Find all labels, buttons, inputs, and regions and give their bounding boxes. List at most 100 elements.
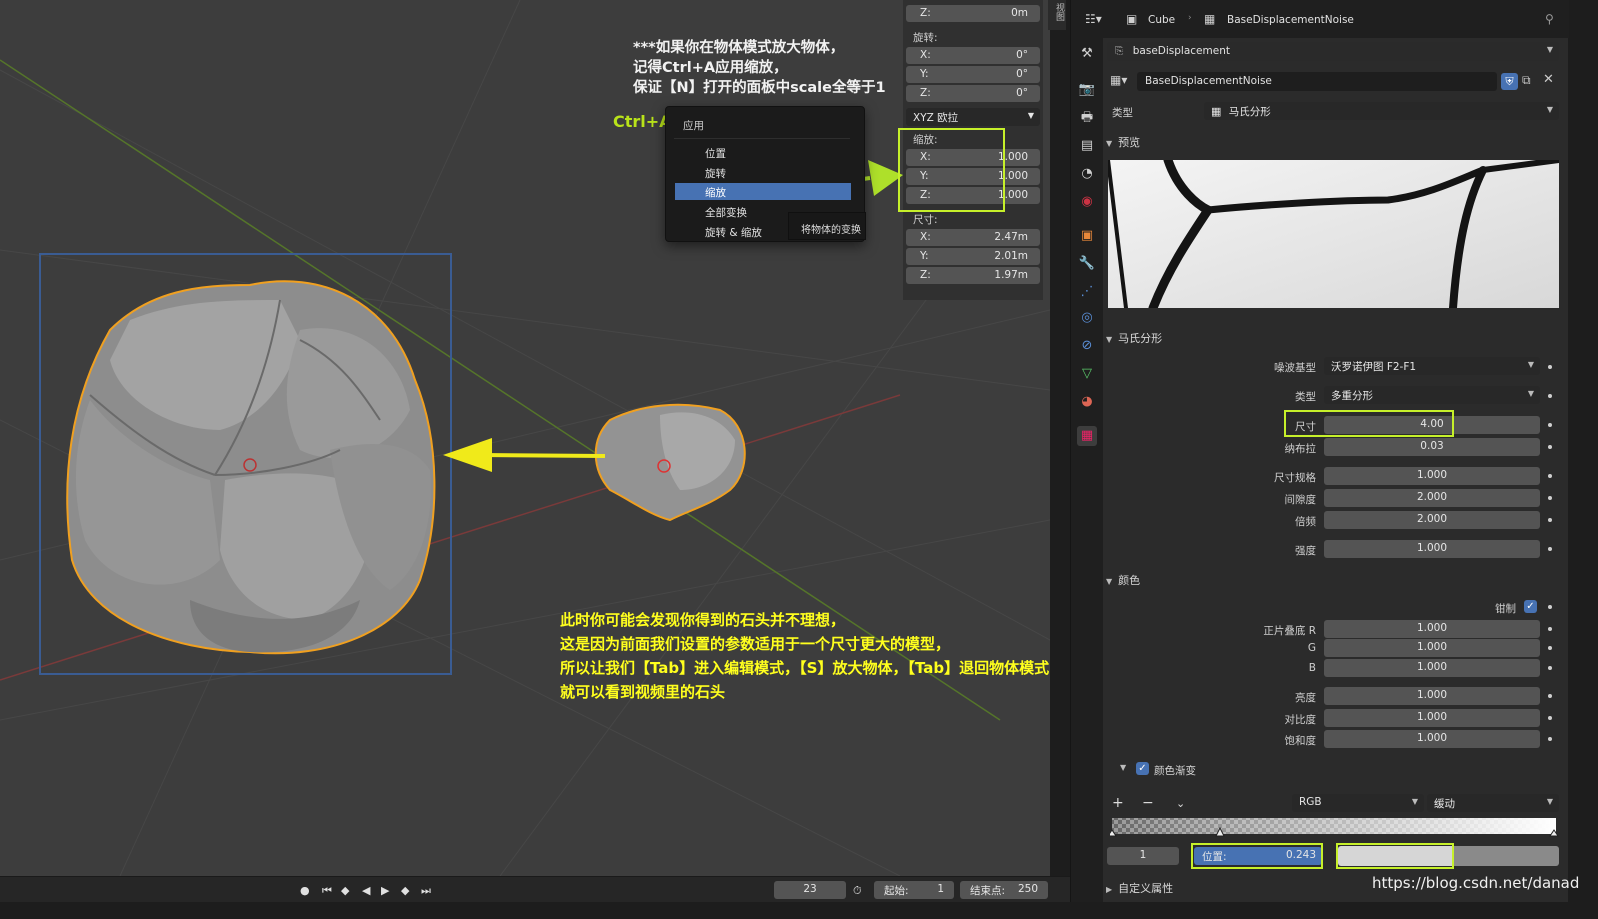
record-icon[interactable]: ● [300, 884, 310, 897]
keyframe-dot[interactable] [1548, 605, 1552, 609]
render-tab-icon[interactable]: 📷 [1077, 80, 1097, 100]
keyframe-dot[interactable] [1548, 547, 1552, 551]
data-tab-icon[interactable]: ▽ [1077, 364, 1097, 384]
rock-small[interactable] [594, 403, 746, 522]
keyframe-dot[interactable] [1548, 518, 1552, 522]
dimensions-y-field[interactable]: Y: 2.01m [906, 248, 1040, 265]
play-reverse-icon[interactable]: ◀ [362, 884, 370, 897]
active-stop-index[interactable]: 1 [1107, 847, 1179, 865]
rock-large[interactable] [66, 280, 436, 655]
axis-label: Y: [920, 250, 929, 262]
keyframe-dot[interactable] [1548, 694, 1552, 698]
modifier-selector[interactable]: ⎘ baseDisplacement ▼ [1107, 42, 1559, 61]
fake-user-shield-icon[interactable]: ⛨ [1501, 73, 1518, 90]
interpolation-select[interactable]: 缓动 ▼ [1427, 794, 1559, 812]
texture-name-field[interactable]: BaseDisplacementNoise [1137, 72, 1497, 91]
breadcrumb-object[interactable]: Cube [1148, 14, 1175, 26]
rotation-mode-select[interactable]: XYZ 欧拉 ▼ [906, 108, 1040, 126]
keyframe-dot[interactable] [1548, 394, 1552, 398]
rotation-x-field[interactable]: X: 0° [906, 47, 1040, 64]
end-frame-field[interactable]: 结束点: 250 [960, 881, 1048, 899]
viewport-scene [0, 0, 1050, 876]
contrast-field[interactable]: 1.000 [1324, 709, 1540, 727]
next-keyframe-icon[interactable]: ◆ [401, 884, 409, 897]
multiply-g-field[interactable]: 1.000 [1324, 639, 1540, 657]
material-tab-icon[interactable]: ◕ [1077, 392, 1097, 412]
keyframe-dot[interactable] [1548, 423, 1552, 427]
colors-section-header[interactable]: ▼ 颜色 [1106, 572, 1140, 588]
texture-type-select[interactable]: ▦ 马氏分形 ▼ [1204, 102, 1559, 120]
chevron-down-icon[interactable]: ▼ [1120, 763, 1126, 772]
close-icon[interactable]: ✕ [1543, 72, 1554, 87]
lacunarity-field[interactable]: 2.000 [1324, 489, 1540, 507]
output-tab-icon[interactable]: 🖶 [1077, 108, 1097, 128]
jump-end-icon[interactable]: ⏭ [421, 884, 431, 898]
keyframe-dot[interactable] [1548, 496, 1552, 500]
keyframe-dot[interactable] [1548, 737, 1552, 741]
keyframe-dot[interactable] [1548, 666, 1552, 670]
noise-basis-select[interactable]: 沃罗诺伊图 F2-F1 ▼ [1324, 357, 1540, 375]
particles-tab-icon[interactable]: ⋰ [1077, 282, 1097, 302]
editor-type-icon[interactable]: ☷▾ [1085, 12, 1102, 26]
prev-keyframe-icon[interactable]: ◆ [341, 884, 349, 897]
keyframe-dot[interactable] [1548, 646, 1552, 650]
play-icon[interactable]: ▶ [381, 884, 389, 897]
current-frame-field[interactable]: 23 [774, 881, 846, 899]
constraints-tab-icon[interactable]: ⊘ [1077, 336, 1097, 356]
musgrave-section-header[interactable]: ▼ 马氏分形 [1106, 330, 1162, 346]
brightness-field[interactable]: 1.000 [1324, 687, 1540, 705]
sidebar-tab-view[interactable]: 视图 [1048, 0, 1066, 30]
nabla-field[interactable]: 0.03 [1324, 438, 1540, 456]
menu-item-scale[interactable]: 缩放 [675, 183, 851, 200]
annotation-bottom-line: 这是因为前面我们设置的参数适用于一个尺寸更大的模型， [560, 635, 951, 653]
multiply-b-field[interactable]: 1.000 [1324, 659, 1540, 677]
menu-item-location[interactable]: 位置 [675, 144, 851, 161]
color-ramp-bar[interactable] [1110, 816, 1560, 840]
dimension-field[interactable]: 1.000 [1324, 467, 1540, 485]
keyframe-dot[interactable] [1548, 716, 1552, 720]
keyframe-dot[interactable] [1548, 365, 1552, 369]
rotation-y-field[interactable]: Y: 0° [906, 66, 1040, 83]
clamp-checkbox[interactable]: ✓ [1524, 600, 1537, 613]
chevron-down-icon[interactable]: ⌄ [1176, 797, 1185, 810]
properties-header: ☷▾ ▣ Cube › ▦ BaseDisplacementNoise ⚲ [1071, 0, 1569, 38]
location-z-field[interactable]: Z: 0m [906, 5, 1040, 22]
custom-properties-header[interactable]: ▶ 自定义属性 [1106, 880, 1173, 896]
color-ramp-checkbox[interactable]: ✓ [1136, 762, 1149, 775]
multiply-r-field[interactable]: 1.000 [1324, 620, 1540, 638]
add-stop-button[interactable]: + [1112, 795, 1124, 811]
keyframe-dot[interactable] [1548, 627, 1552, 631]
view-layer-tab-icon[interactable]: ▤ [1077, 136, 1097, 156]
start-frame-field[interactable]: 起始: 1 [874, 881, 954, 899]
pin-icon[interactable]: ⚲ [1545, 12, 1554, 26]
stopwatch-icon[interactable]: ⏱ [853, 884, 862, 898]
world-tab-icon[interactable]: ◉ [1077, 192, 1097, 212]
rotation-z-field[interactable]: Z: 0° [906, 85, 1040, 102]
preview-section-header[interactable]: ▼ 预览 [1106, 134, 1140, 150]
keyframe-dot[interactable] [1548, 445, 1552, 449]
object-tab-icon[interactable]: ▣ [1077, 226, 1097, 246]
scene-tab-icon[interactable]: ◔ [1077, 164, 1097, 184]
3d-viewport[interactable]: ***如果你在物体模式放大物体， 记得Ctrl+A应用缩放， 保证【N】打开的面… [0, 0, 1050, 876]
intensity-field[interactable]: 1.000 [1324, 540, 1540, 558]
color-mode-select[interactable]: RGB ▼ [1292, 794, 1424, 812]
octaves-field[interactable]: 2.000 [1324, 511, 1540, 529]
keyframe-dot[interactable] [1548, 474, 1552, 478]
annotation-bottom-line: 就可以看到视频里的石头 [560, 683, 726, 701]
dimensions-z-field[interactable]: Z: 1.97m [906, 267, 1040, 284]
jump-start-icon[interactable]: ⏮ [322, 884, 332, 898]
chevron-down-icon: ▼ [1106, 335, 1113, 344]
texture-browse-icon[interactable]: ▦▾ [1110, 73, 1127, 87]
modifier-tab-icon[interactable]: 🔧 [1077, 254, 1097, 274]
duplicate-icon[interactable]: ⧉ [1522, 73, 1531, 88]
tool-tab-icon[interactable]: ⚒ [1077, 44, 1097, 64]
dimensions-x-field[interactable]: X: 2.47m [906, 229, 1040, 246]
musgrave-type-select[interactable]: 多重分形 ▼ [1324, 386, 1540, 404]
field-value: 0° [1016, 87, 1028, 99]
texture-tab-icon[interactable]: ▦ [1077, 426, 1097, 446]
saturation-field[interactable]: 1.000 [1324, 730, 1540, 748]
remove-stop-button[interactable]: − [1142, 795, 1154, 811]
breadcrumb-texture[interactable]: BaseDisplacementNoise [1227, 14, 1354, 26]
menu-item-rotation[interactable]: 旋转 [675, 164, 851, 181]
physics-tab-icon[interactable]: ◎ [1077, 308, 1097, 328]
